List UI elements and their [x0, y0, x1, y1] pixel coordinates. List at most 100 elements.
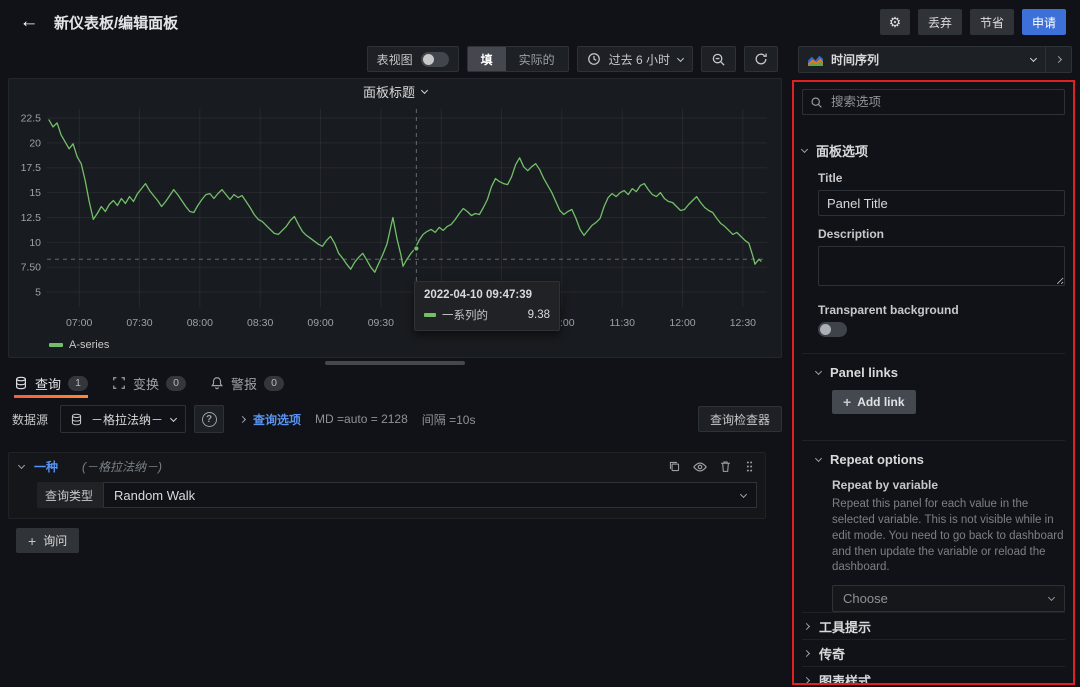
timeseries-viz-icon	[808, 53, 823, 66]
page-title: 新仪表板/编辑面板	[54, 12, 178, 33]
pane-resize-handle[interactable]	[325, 361, 465, 365]
chevron-right-icon	[1055, 56, 1062, 63]
options-pane: 全部 覆盖 面板选项 Title Description Transparent…	[792, 80, 1075, 685]
disable-query-button[interactable]	[693, 460, 707, 474]
chevron-down-icon	[815, 455, 822, 462]
panel-title: 面板标题	[363, 82, 415, 101]
svg-text:08:00: 08:00	[187, 317, 213, 329]
panel-description-input[interactable]	[818, 246, 1065, 286]
svg-text:15: 15	[29, 187, 41, 199]
panel-preview: 面板标题 22.52017.51512.5107.50507:0007:3008…	[8, 78, 782, 358]
drag-query-handle[interactable]	[744, 460, 755, 474]
datasource-help-button[interactable]: ?	[194, 405, 224, 433]
tab-transform[interactable]: 变换 0	[112, 368, 186, 398]
svg-text:12.5: 12.5	[21, 212, 42, 224]
section-legend-label: 传奇	[819, 644, 845, 663]
panel-title-menu[interactable]: 面板标题	[9, 79, 781, 103]
discard-button[interactable]: 丢弃	[918, 9, 962, 35]
app-header: ← 新仪表板/编辑面板 ⚙ 丢弃 节省 申请	[0, 0, 1080, 44]
repeat-description: Repeat this panel for each value in the …	[832, 497, 1065, 576]
panel-links-header[interactable]: Panel links	[816, 365, 1065, 380]
tab-alert-count: 0	[264, 376, 284, 391]
chevron-down-icon	[421, 86, 428, 93]
clock-icon	[587, 52, 601, 66]
add-query-button[interactable]: + 询问	[16, 528, 79, 553]
search-icon	[810, 96, 823, 109]
section-legend[interactable]: 传奇	[802, 639, 1065, 666]
timeseries-chart[interactable]: 22.52017.51512.5107.50507:0007:3008:0008…	[9, 103, 781, 335]
datasource-value: －格拉法纳－	[91, 411, 163, 428]
duplicate-query-button[interactable]	[668, 460, 681, 474]
back-button[interactable]: ←	[14, 7, 44, 37]
tab-query-label: 查询	[35, 374, 61, 393]
table-view-switch[interactable]	[421, 52, 449, 67]
save-button[interactable]: 节省	[970, 9, 1014, 35]
tab-alert[interactable]: 警报 0	[210, 368, 284, 398]
panel-options-header[interactable]: 面板选项	[802, 141, 1065, 160]
time-range-picker[interactable]: 过去 6 小时	[577, 46, 693, 72]
repeat-options-header[interactable]: Repeat options	[816, 452, 1065, 467]
repeat-variable-select[interactable]: Choose	[832, 585, 1065, 612]
pane-size-switcher: 填 实际的	[467, 46, 569, 72]
chart-legend: A-series	[9, 335, 781, 355]
query-options-md: MD =auto = 2128	[315, 412, 408, 426]
svg-text:10: 10	[29, 237, 41, 249]
drag-dots-icon	[744, 460, 755, 473]
visualization-value: 时间序列	[831, 51, 1023, 68]
svg-text:11:30: 11:30	[609, 317, 635, 329]
tab-transform-label: 变换	[133, 374, 159, 393]
datasource-select[interactable]: －格拉法纳－	[60, 405, 186, 433]
chevron-down-icon	[1030, 55, 1037, 62]
legend-label[interactable]: A-series	[69, 339, 109, 351]
panel-title-input[interactable]	[818, 190, 1065, 216]
add-link-label: Add link	[857, 395, 904, 409]
zoom-out-button[interactable]	[701, 46, 736, 72]
table-view-toggle[interactable]: 表视图	[367, 46, 459, 72]
tab-query-count: 1	[68, 376, 88, 391]
section-repeat-options: Repeat options Repeat by variable Repeat…	[802, 440, 1065, 612]
svg-text:09:30: 09:30	[368, 317, 394, 329]
chevron-down-icon	[740, 490, 747, 497]
panel-settings-button[interactable]: ⚙	[880, 9, 910, 35]
visualization-select[interactable]: 时间序列	[799, 47, 1045, 72]
options-search-input[interactable]	[802, 89, 1065, 115]
add-link-button[interactable]: + Add link	[832, 390, 916, 414]
collapse-options-button[interactable]	[1045, 47, 1071, 72]
chevron-right-icon	[803, 677, 810, 684]
svg-text:17.5: 17.5	[21, 162, 42, 174]
query-inspector-button[interactable]: 查询检查器	[698, 406, 782, 432]
tooltip-value: 9.38	[528, 309, 550, 321]
section-panel-options: 面板选项 Title Description Transparent backg…	[802, 141, 1065, 337]
refresh-button[interactable]	[744, 46, 778, 72]
collapsed-sections: 工具提示 传奇 图表样式 轴 标准选项	[802, 612, 1065, 685]
description-field-label: Description	[818, 227, 1065, 241]
actual-option[interactable]: 实际的	[506, 47, 568, 71]
tab-query[interactable]: 查询 1	[14, 368, 88, 398]
chevron-down-icon	[801, 146, 808, 153]
gear-icon: ⚙	[889, 14, 902, 30]
query-options-interval: 间隔 =10s	[422, 411, 476, 428]
refresh-icon	[754, 52, 768, 66]
fill-option[interactable]: 填	[468, 47, 506, 71]
svg-text:22.5: 22.5	[21, 112, 42, 124]
query-refid[interactable]: 一种	[34, 458, 58, 475]
delete-query-button[interactable]	[719, 460, 732, 474]
section-graph-styles[interactable]: 图表样式	[802, 666, 1065, 685]
query-row-header[interactable]: 一种 (－格拉法纳－)	[9, 453, 765, 480]
repeat-options-title: Repeat options	[830, 452, 924, 467]
chevron-down-icon	[170, 414, 177, 421]
datasource-label: 数据源	[8, 411, 52, 428]
bell-icon	[210, 376, 224, 390]
transparent-bg-toggle[interactable]	[818, 322, 847, 337]
apply-button[interactable]: 申请	[1022, 9, 1066, 35]
query-type-select[interactable]: Random Walk	[103, 482, 757, 508]
database-icon	[70, 413, 83, 426]
trash-icon	[719, 460, 732, 473]
database-icon	[14, 376, 28, 390]
query-options-toggle[interactable]: 查询选项	[240, 411, 301, 428]
datasource-row: 数据源 －格拉法纳－ ? 查询选项 MD =auto = 2128 间隔 =10…	[8, 404, 782, 434]
section-tooltip[interactable]: 工具提示	[802, 612, 1065, 639]
query-type-label: 查询类型	[37, 482, 103, 508]
svg-text:12:00: 12:00	[669, 317, 695, 329]
chevron-right-icon	[803, 623, 810, 630]
